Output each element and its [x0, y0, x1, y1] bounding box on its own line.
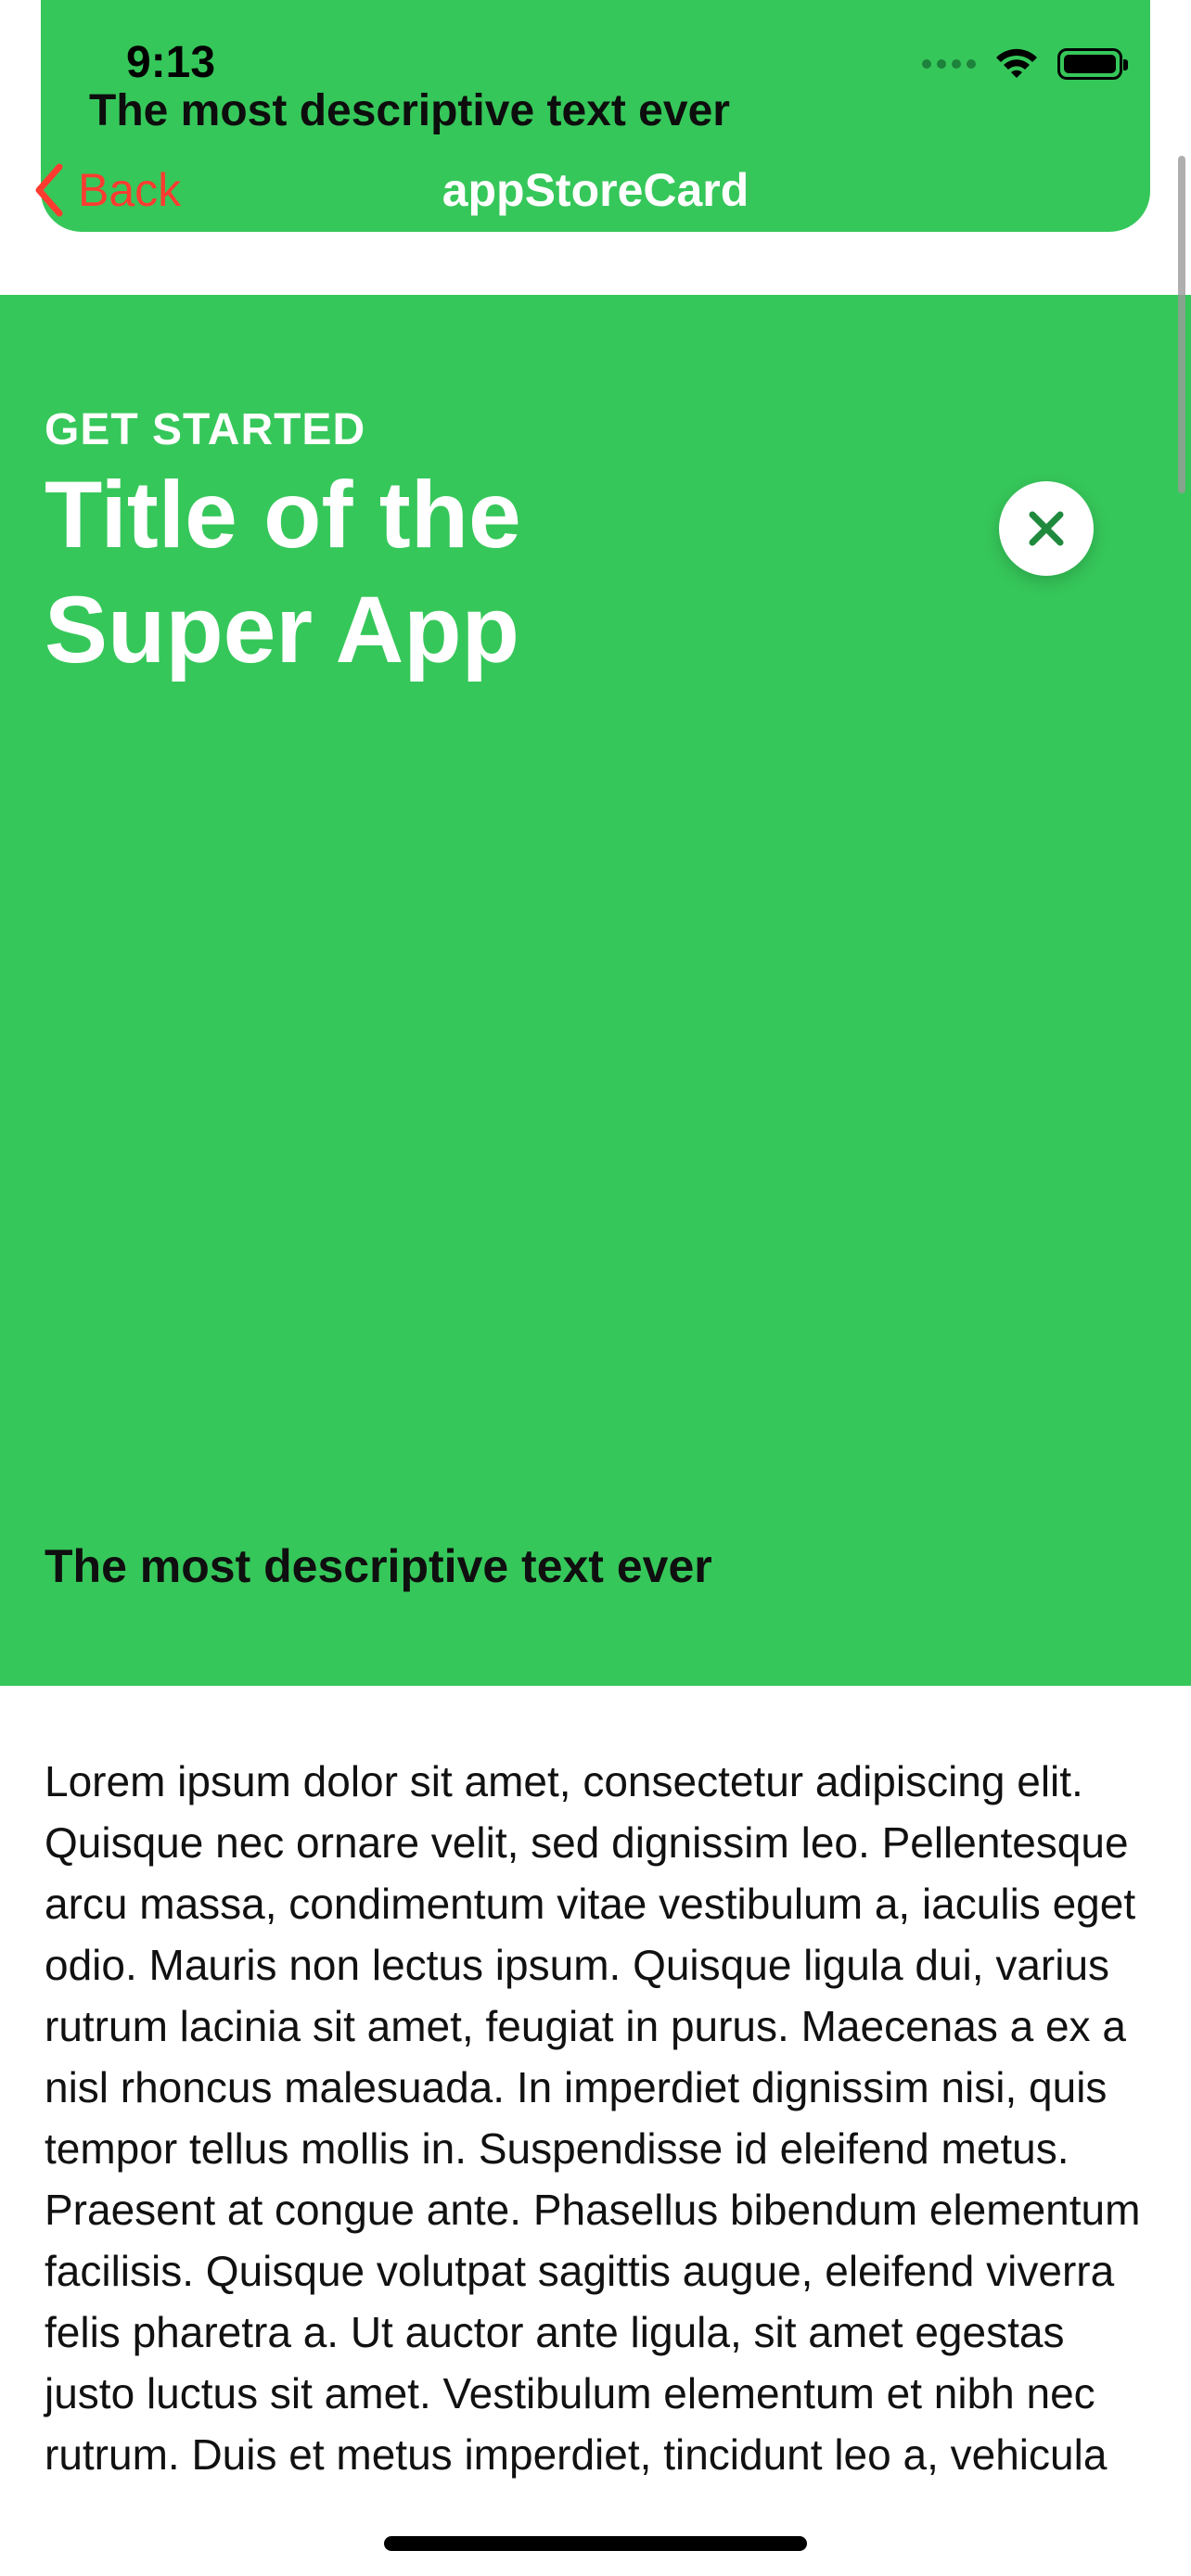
scroll-indicator[interactable]: [1178, 156, 1185, 493]
navigation-header: 9:13 The most descriptive text ever Back…: [35, 0, 1150, 232]
wifi-icon: [996, 48, 1037, 78]
status-icons: [922, 46, 1128, 82]
header-subtitle: The most descriptive text ever: [89, 86, 730, 135]
status-time: 9:13: [126, 38, 216, 87]
home-indicator[interactable]: [384, 2536, 807, 2551]
card-eyebrow: GET STARTED: [45, 405, 366, 454]
signal-icon: [922, 59, 976, 69]
battery-icon: [1057, 48, 1128, 80]
app-store-card[interactable]: GET STARTED Title of the Super App The m…: [0, 295, 1191, 1686]
body-text: Lorem ipsum dolor sit amet, consectetur …: [45, 1757, 1141, 2479]
card-title: Title of the Super App: [45, 462, 521, 682]
nav-title: appStoreCard: [442, 164, 749, 216]
card-description: The most descriptive text ever: [45, 1540, 712, 1592]
close-button[interactable]: [999, 481, 1094, 576]
close-icon: [1029, 511, 1064, 546]
